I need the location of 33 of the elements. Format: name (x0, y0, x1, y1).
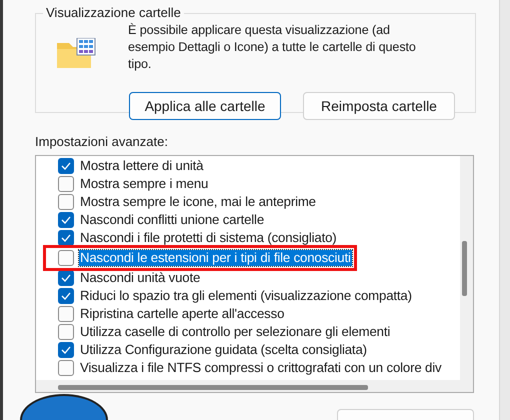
folder-icon (56, 38, 96, 70)
checkbox[interactable] (58, 324, 74, 340)
checkbox[interactable] (58, 342, 74, 358)
checkbox[interactable] (58, 230, 74, 246)
checkmark-icon (61, 346, 71, 354)
checkbox[interactable] (58, 158, 74, 174)
checkbox[interactable] (58, 176, 74, 192)
checkbox[interactable] (58, 212, 74, 228)
checkbox[interactable] (58, 360, 74, 376)
option-label[interactable]: Mostra sempre le icone, mai le anteprime (79, 194, 317, 210)
option-label[interactable]: Nascondi unità vuote (79, 270, 202, 286)
option-label[interactable]: Visualizza i file NTFS compressi o crittografati con un colore div (79, 360, 442, 376)
option-label[interactable]: Utilizza Configurazione guidata (scelta consigliata) (79, 342, 368, 358)
option-label[interactable]: Nascondi le estensioni per i tipi di file conosciuti (79, 250, 352, 266)
checkbox[interactable] (58, 250, 74, 266)
checkbox[interactable] (58, 194, 74, 210)
option-label[interactable]: Ripristina cartelle aperte all'accesso (79, 306, 286, 322)
option-label[interactable]: Nascondi i file protetti di sistema (consigliato) (79, 230, 338, 246)
checkbox[interactable] (58, 270, 74, 286)
option-label[interactable]: Nascondi conflitti unione cartelle (79, 212, 266, 228)
option-label[interactable]: Riduci lo spazio tra gli elementi (visualizzazione compatta) (79, 288, 413, 304)
option-label[interactable]: Mostra lettere di unità (79, 158, 204, 174)
horizontal-scrollbar[interactable] (58, 385, 368, 390)
section-label: Impostazioni avanzate: (35, 133, 169, 151)
checkbox[interactable] (58, 288, 74, 304)
option-label[interactable]: Mostra sempre i menu (79, 176, 210, 192)
description-text: È possibile applicare questa visualizzazione (ad esempio Dettagli o Icone) a tutte le cartelle di questo tipo. (128, 22, 417, 73)
checkmark-icon (61, 162, 71, 170)
option-label[interactable]: Utilizza caselle di controllo per selezionare gli elementi (79, 324, 392, 340)
checkbox[interactable] (58, 306, 74, 322)
vertical-scrollbar[interactable] (462, 241, 467, 296)
folder-button[interactable]: Reimposta cartelle (303, 92, 455, 120)
folder-button[interactable]: Applica alle cartelle (129, 92, 281, 120)
